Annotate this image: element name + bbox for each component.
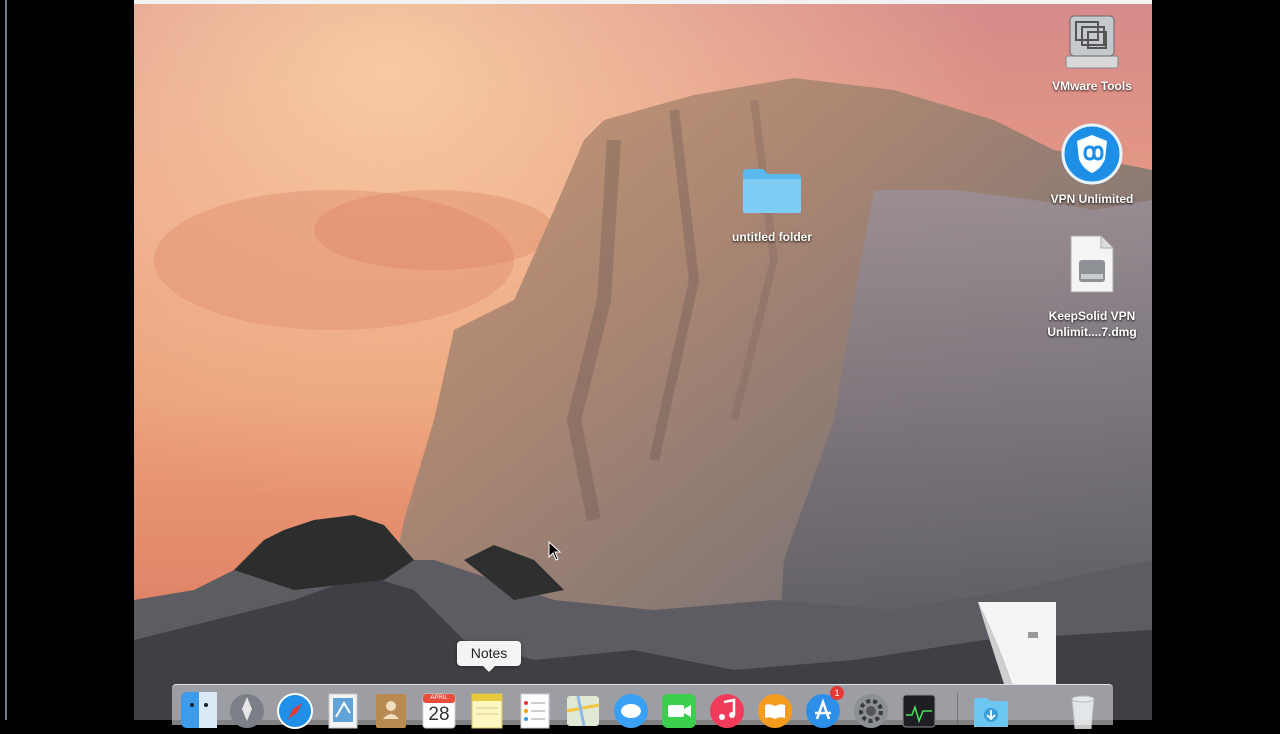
trash-can-icon xyxy=(1071,695,1095,730)
dock-item-reminders[interactable] xyxy=(516,691,554,729)
dock-item-messages[interactable] xyxy=(612,691,650,729)
mouse-cursor-icon xyxy=(548,541,562,561)
untitled-folder-label: untitled folder xyxy=(732,230,812,244)
desktop-icon-keepsolid-dmg[interactable]: KeepSolid VPN Unlimit....7.dmg xyxy=(1034,234,1150,340)
dock-item-system-preferences[interactable] xyxy=(852,691,890,729)
folder-icon xyxy=(743,169,801,213)
disk-drive-icon xyxy=(1065,15,1119,69)
vmware-tools-label: VMware Tools xyxy=(1052,79,1132,93)
dock-tooltip-notes: Notes xyxy=(457,641,521,672)
document-preview-icon xyxy=(978,602,1056,684)
dock-item-activity-monitor[interactable] xyxy=(900,691,938,729)
mail-stamp-icon xyxy=(328,693,358,729)
vpn-shield-icon xyxy=(1061,123,1123,185)
reminders-list-icon xyxy=(520,693,550,729)
music-note-icon xyxy=(710,694,744,728)
dock-item-facetime[interactable] xyxy=(660,691,698,729)
dock-item-calendar[interactable]: APRIL 28 xyxy=(420,691,458,729)
dmg-file-icon xyxy=(1070,235,1114,293)
finder-icon xyxy=(181,692,217,728)
notes-pad-icon xyxy=(471,693,503,729)
gear-icon xyxy=(854,694,888,728)
app-store-badge: 1 xyxy=(830,686,844,700)
map-icon xyxy=(566,695,600,727)
compass-icon xyxy=(277,693,313,729)
contacts-book-icon xyxy=(376,694,406,728)
dock-item-itunes[interactable] xyxy=(708,691,746,729)
host-window-right-border xyxy=(1152,0,1280,720)
dock-item-app-store[interactable]: 1 xyxy=(804,686,844,729)
host-window-left-border xyxy=(0,0,134,720)
video-camera-icon xyxy=(662,694,696,728)
dock-item-mail[interactable] xyxy=(324,691,362,729)
desktop-icon-vmware-tools[interactable]: VMware Tools xyxy=(1042,12,1142,94)
dock-item-maps[interactable] xyxy=(564,691,602,729)
desktop-icon-untitled-folder[interactable]: untitled folder xyxy=(722,165,822,245)
desktop-icon-vpn-unlimited[interactable]: VPN Unlimited xyxy=(1042,123,1142,207)
dock-item-ibooks[interactable] xyxy=(756,691,794,729)
dock-item-downloads[interactable] xyxy=(972,691,1010,729)
dock-item-contacts[interactable] xyxy=(372,691,410,729)
desktop[interactable]: VMware Tools VPN Unlimited KeepSolid VPN… xyxy=(134,0,1152,720)
dock-item-notes[interactable] xyxy=(468,691,506,729)
keepsolid-dmg-label: KeepSolid VPN Unlimit....7.dmg xyxy=(1047,309,1137,339)
dock-item-finder[interactable] xyxy=(180,691,218,729)
downloads-folder-icon xyxy=(974,698,1008,727)
host-window-edge xyxy=(5,0,7,720)
chat-bubble-icon xyxy=(614,694,648,728)
calendar-day: 28 xyxy=(428,704,450,725)
dock: APRIL 28 1 xyxy=(172,684,1113,730)
dock-item-safari[interactable] xyxy=(276,691,314,729)
dock-item-trash[interactable] xyxy=(1064,691,1102,730)
window-title-strip xyxy=(134,0,1152,4)
open-book-icon xyxy=(758,694,792,728)
rocket-icon xyxy=(230,694,264,728)
dock-item-launchpad[interactable] xyxy=(228,691,266,729)
dock-separator xyxy=(957,693,958,725)
activity-graph-icon xyxy=(902,694,936,728)
vpn-unlimited-label: VPN Unlimited xyxy=(1050,192,1134,206)
calendar-month: APRIL xyxy=(430,695,448,701)
